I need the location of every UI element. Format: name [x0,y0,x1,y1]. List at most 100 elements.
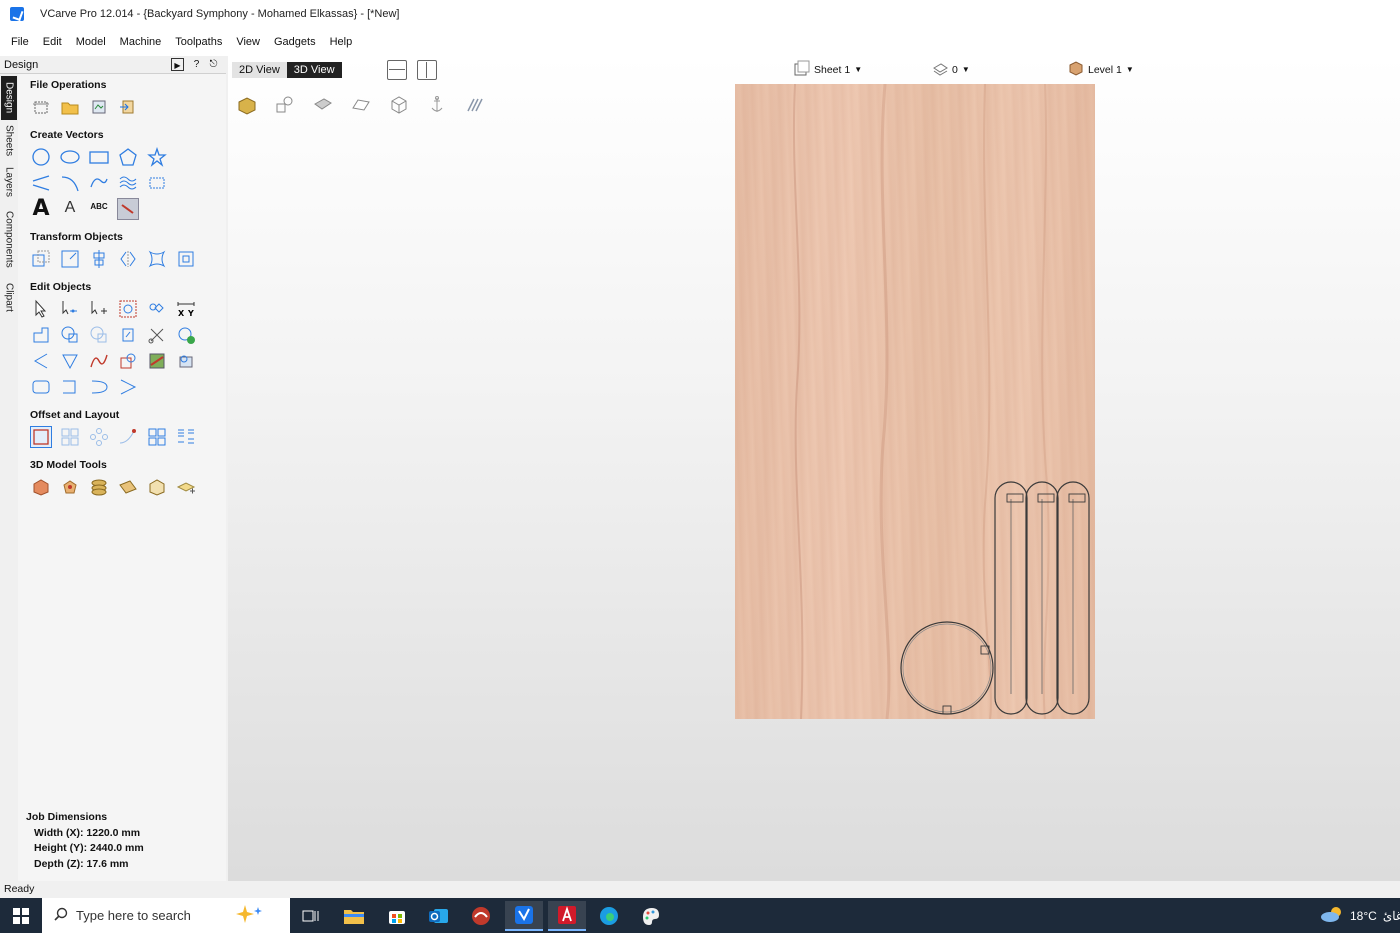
weather-widget[interactable]: 18°C غائ [1320,906,1400,925]
offset-vectors-icon[interactable] [30,426,52,448]
smooth-curve-icon[interactable] [88,350,110,372]
draw-arc-icon[interactable] [59,172,81,194]
dimensions-icon[interactable] [146,172,168,194]
model-slice-icon[interactable] [117,476,139,498]
text-on-curve-icon[interactable]: ABC [88,195,110,217]
add-model-icon[interactable] [175,476,197,498]
tab-sheets[interactable]: Sheets [1,122,17,160]
menu-view[interactable]: View [229,36,267,48]
material-sheet[interactable] [735,84,1095,719]
fillet-icon[interactable] [30,350,52,372]
fill-pattern-icon[interactable] [117,172,139,194]
close-vectors-icon[interactable] [175,324,197,346]
chamfer-icon[interactable] [59,350,81,372]
file-explorer-icon[interactable] [335,901,373,931]
menu-help[interactable]: Help [323,36,360,48]
extend-icon[interactable] [117,350,139,372]
split-vertical-icon[interactable] [417,60,437,80]
mirror-icon[interactable] [117,248,139,270]
draw-text-icon[interactable]: A [30,196,52,221]
menu-toolpaths[interactable]: Toolpaths [168,36,229,48]
microsoft-store-icon[interactable] [378,901,416,931]
sheet-selector[interactable]: Sheet 1 ▼ [794,60,862,79]
tab-3d-view[interactable]: 3D View [286,62,342,78]
dogbone-icon[interactable] [59,376,81,398]
part-vectors[interactable] [735,84,1095,719]
draw-polygon-icon[interactable] [117,146,139,168]
autocad-icon[interactable] [548,901,586,931]
auto-nest-icon[interactable] [175,426,197,448]
menu-model[interactable]: Model [69,36,113,48]
vcarve-taskbar-icon[interactable] [505,901,543,931]
open-file-icon[interactable] [59,96,81,118]
group-icon[interactable] [146,298,168,320]
pin-icon[interactable]: ⎋ [207,58,220,71]
rhino-app-icon[interactable] [462,901,500,931]
menu-machine[interactable]: Machine [113,36,169,48]
menu-gadgets[interactable]: Gadgets [267,36,323,48]
tab-components[interactable]: Components [1,204,17,274]
tab-design[interactable]: Design [1,76,17,120]
sheet-count-selector[interactable]: 0 ▼ [932,60,970,79]
3d-viewport[interactable]: 2D View 3D View Sheet 1 ▼ 0 ▼ Level 1 ▼ [228,56,1400,881]
view-material-icon[interactable] [236,94,260,116]
collapse-panel-button[interactable]: ▶ [171,58,184,71]
array-copy-icon[interactable] [59,426,81,448]
toolpath-preview-icon[interactable] [464,94,488,116]
job-setup-icon[interactable] [30,96,52,118]
paint-icon[interactable] [632,901,670,931]
outlook-icon[interactable] [420,901,458,931]
interactive-trim-icon[interactable] [117,298,139,320]
model-preview-icon[interactable] [146,476,168,498]
draw-curve-icon[interactable] [88,172,110,194]
edge-browser-icon[interactable] [590,901,628,931]
model-stack-icon[interactable] [88,476,110,498]
trim-scissors-icon[interactable] [146,324,168,346]
draw-rectangle-icon[interactable] [88,146,110,168]
anchor-icon[interactable] [426,94,450,116]
3d-component-icon[interactable] [30,476,52,498]
scale-icon[interactable] [59,248,81,270]
view-plane-icon[interactable] [350,94,374,116]
arc-fit-icon[interactable] [88,376,110,398]
import-bitmap-icon[interactable] [117,96,139,118]
3d-clipart-icon[interactable] [59,476,81,498]
weld-icon[interactable] [30,324,52,346]
rounded-rect-icon[interactable] [30,376,52,398]
join-vectors-icon[interactable] [117,376,139,398]
vector-texture-icon[interactable] [146,350,168,372]
help-button[interactable]: ? [190,58,203,71]
split-horizontal-icon[interactable] [387,60,407,80]
auto-layout-text-icon[interactable]: A [59,197,81,219]
select-icon[interactable] [30,298,52,320]
import-vectors-icon[interactable] [88,96,110,118]
copilot-sparkle-icon[interactable] [231,903,265,928]
view-box-icon[interactable] [388,94,412,116]
move-icon[interactable] [30,248,52,270]
align-icon[interactable] [88,248,110,270]
windows-start-icon[interactable] [0,898,42,933]
measure-icon[interactable]: XY [175,298,197,320]
tab-clipart[interactable]: Clipart [1,278,17,316]
menu-file[interactable]: File [4,36,36,48]
draw-circle-icon[interactable] [30,146,52,168]
tab-2d-view[interactable]: 2D View [232,62,287,78]
offset-icon[interactable] [117,324,139,346]
draw-ellipse-icon[interactable] [59,146,81,168]
set-size-icon[interactable] [175,248,197,270]
transform-mode-icon[interactable] [88,298,110,320]
intersect-icon[interactable] [88,324,110,346]
draw-polyline-icon[interactable] [30,172,52,194]
level-selector[interactable]: Level 1 ▼ [1068,60,1134,79]
tab-layers[interactable]: Layers [1,164,17,200]
view-image-icon[interactable] [312,94,336,116]
menu-edit[interactable]: Edit [36,36,69,48]
copy-along-vector-icon[interactable] [117,426,139,448]
nesting-icon[interactable] [146,426,168,448]
node-edit-icon[interactable] [59,298,81,320]
subtract-icon[interactable] [59,324,81,346]
trace-bitmap-icon[interactable] [117,198,139,220]
distort-icon[interactable] [146,248,168,270]
draw-star-icon[interactable] [146,146,168,168]
view-shapes-icon[interactable] [274,94,298,116]
